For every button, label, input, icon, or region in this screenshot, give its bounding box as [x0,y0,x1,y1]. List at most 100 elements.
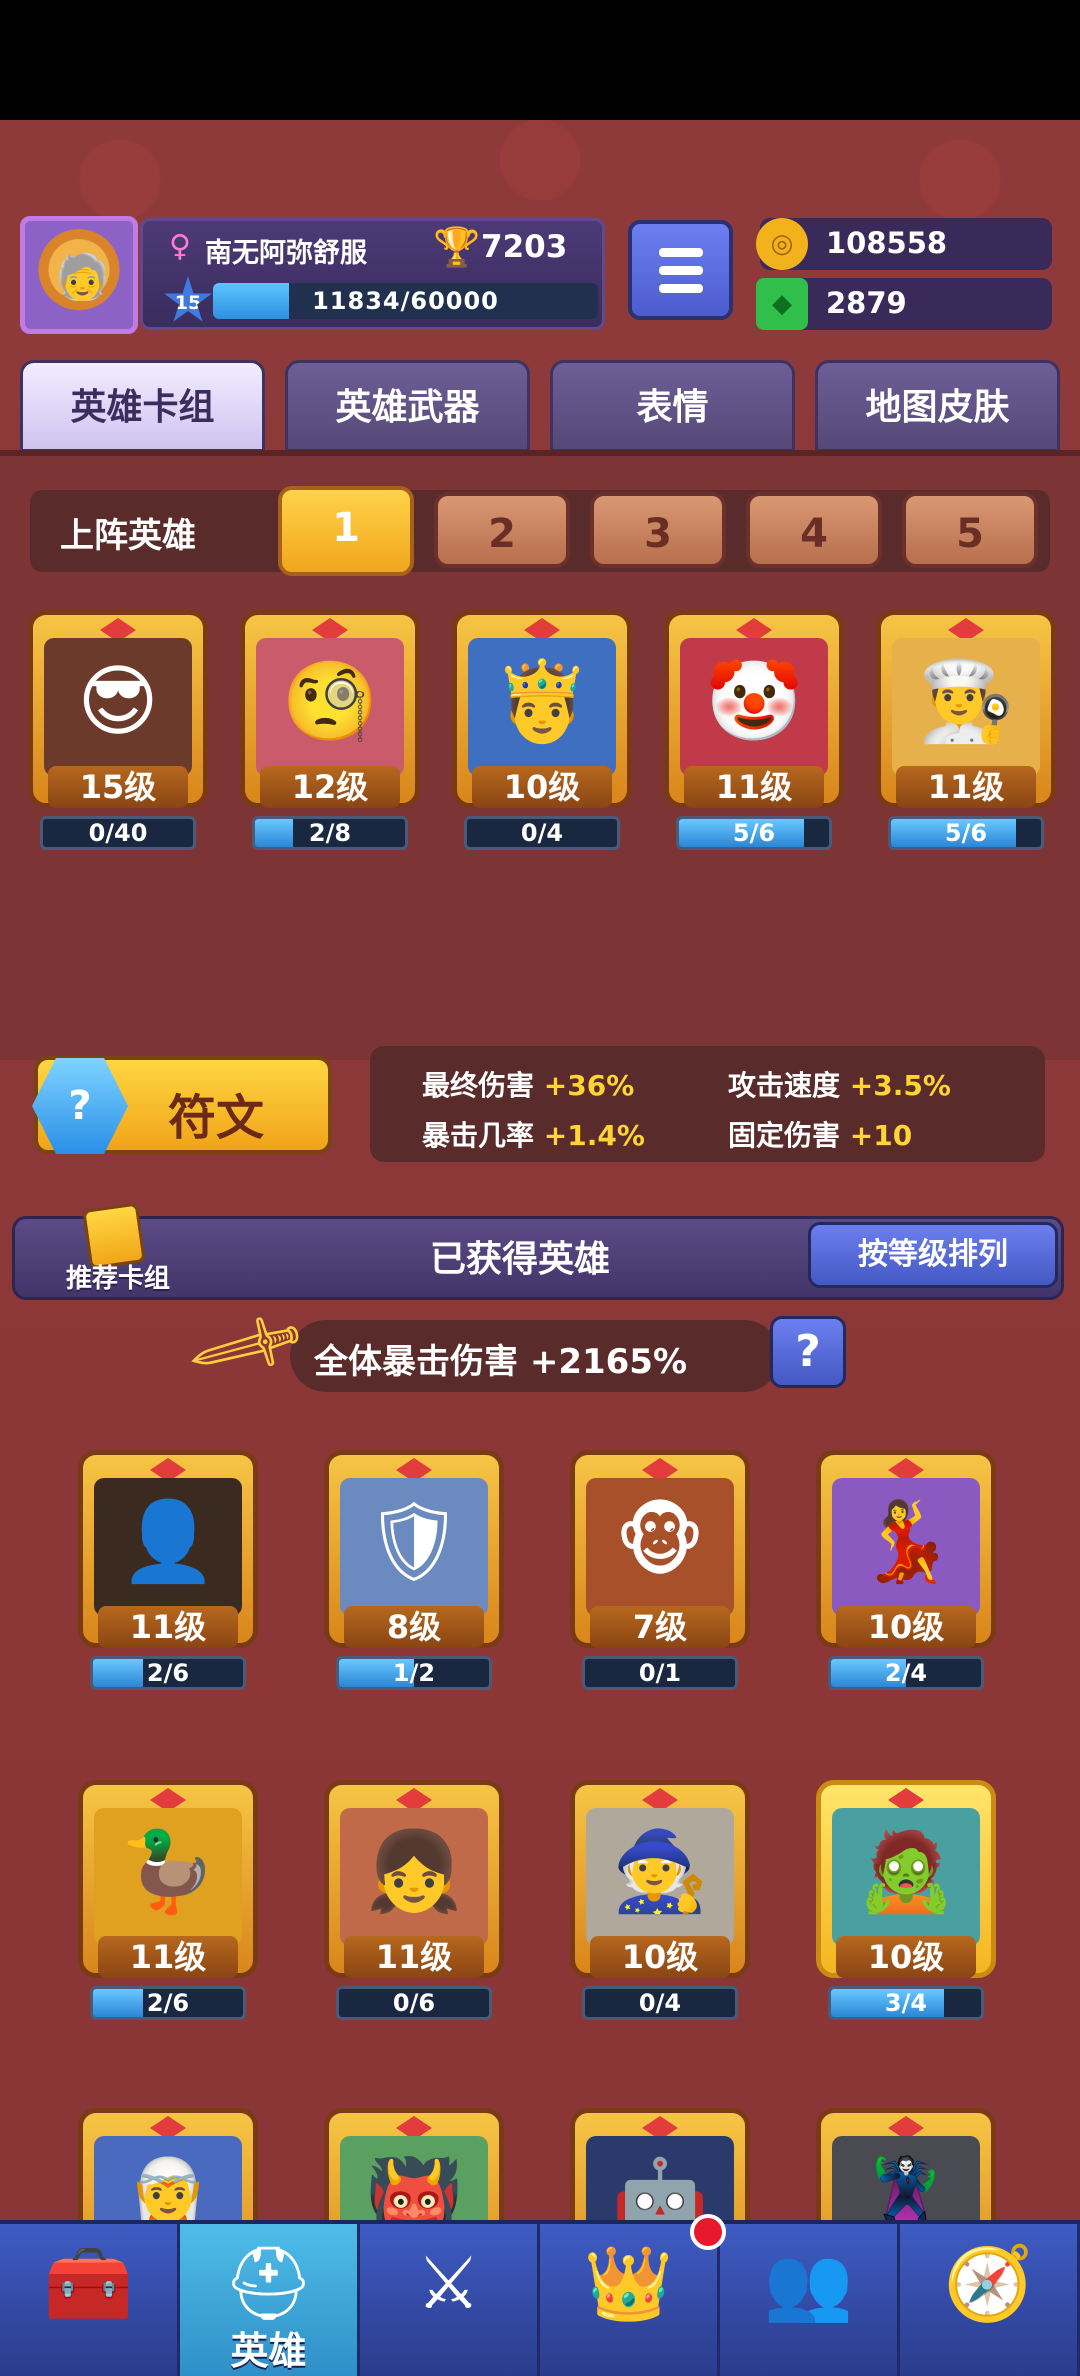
deck-slot-3[interactable]: 3 [590,492,726,568]
hero-portrait: 🤴 [468,638,616,776]
hero-portrait: 🧙 [586,1808,734,1946]
owned-hero-card[interactable]: 💃 10级 2/4 [816,1450,996,1690]
hero-card-progress: 0/6 [336,1986,492,2020]
girl-hero-icon: 👧 [365,1827,463,1917]
progress-text: 2/6 [146,1989,190,2017]
crit-damage-text: 全体暴击伤害 +2165% [314,1342,688,1382]
sort-by-level-button[interactable]: 按等级排列 [808,1222,1058,1288]
player-name: 南无阿弥舒服 [205,238,367,269]
menu-icon-line [659,284,703,293]
hero-card-progress: 5/6 [888,816,1044,850]
clown-hero-icon: 🤡 [705,657,803,747]
progress-text: 2/6 [146,1659,190,1687]
progress-text: 0/40 [88,819,148,847]
gold-counter[interactable]: ◎ 108558 [756,218,1052,270]
hero-portrait: 👤 [94,1478,242,1616]
deck-slot-2[interactable]: 2 [434,492,570,568]
progress-text: 0/1 [638,1659,682,1687]
hero-card-progress: 0/1 [582,1656,738,1690]
owned-hero-card[interactable]: 👤 11级 2/6 [78,1450,258,1690]
trophy-count: 7203 [481,229,568,265]
stat-crit-chance: 暴击几率 +1.4% [422,1119,645,1152]
hero-level: 10级 [836,1936,976,1978]
hero-card-progress: 5/6 [676,816,832,850]
recommend-deck-label: 推荐卡组 [66,1264,171,1294]
status-area [0,0,1080,120]
tab-map-skins[interactable]: 地图皮肤 [815,360,1060,452]
progress-text: 0/6 [392,1989,436,2017]
sword-icon: 🗡 [179,1280,315,1413]
hero-level: 11级 [98,1606,238,1648]
profile-bar[interactable]: ♀ 南无阿弥舒服 🏆 7203 15 11834/60000 [140,218,605,330]
hero-card-progress: 0/40 [40,816,196,850]
crossed-swords-icon: ⚔ [416,2241,481,2325]
hero-level: 7级 [590,1606,730,1648]
nav-item-treasure-chest[interactable]: 🧰 [0,2224,180,2376]
owned-hero-card[interactable]: 🧟 10级 3/4 [816,1780,996,2020]
nav-item-crown-shield[interactable]: 👑 [540,2224,720,2376]
stat-attack-speed: 攻击速度 +3.5% [728,1069,951,1102]
hero-level: 11级 [98,1936,238,1978]
recommend-deck-button[interactable]: 推荐卡组 [66,1202,186,1296]
hero-level: 12级 [260,766,400,808]
deck-hero-card[interactable]: 👨‍🍳 11级 5/6 [876,610,1056,850]
xp-bar: 11834/60000 [213,283,598,319]
deck-slot-1[interactable]: 1 [278,486,414,576]
tab-hero-deck[interactable]: 英雄卡组 [20,360,265,452]
crown-shield-icon: 👑 [583,2241,674,2325]
menu-button[interactable] [628,220,733,320]
rune-gem-icon: ? [32,1058,128,1154]
hero-portrait: 😎 [44,638,192,776]
tab-bar: 英雄卡组 英雄武器 表情 地图皮肤 [20,360,1060,452]
deck-hero-card[interactable]: 🤴 10级 0/4 [452,610,632,850]
hero-card-progress: 2/6 [90,1986,246,2020]
help-button[interactable]: ? [770,1316,846,1388]
hero-portrait: 🛡 [340,1478,488,1616]
deck-hero-card[interactable]: 😎 15级 0/40 [28,610,208,850]
knight-hero-icon: 🛡 [364,1497,464,1587]
player-avatar[interactable]: 🧓 [20,216,138,334]
hero-portrait: 🤡 [680,638,828,776]
nav-item-social[interactable]: 👥 [720,2224,900,2376]
hero-level: 15级 [48,766,188,808]
owned-hero-card[interactable]: 👧 11级 0/6 [324,1780,504,2020]
treasure-chest-icon: 🧰 [43,2241,134,2325]
nav-label: 英雄 [230,2329,307,2373]
hero-level: 10级 [590,1936,730,1978]
pharaoh-hero-icon: 🤴 [493,657,591,747]
owned-hero-card[interactable]: 🛡 8级 1/2 [324,1450,504,1690]
notification-dot [690,2214,726,2250]
tab-hero-weapons[interactable]: 英雄武器 [285,360,530,452]
rune-label: 符文 [168,1090,265,1146]
hero-level: 11级 [684,766,824,808]
owned-hero-card[interactable]: 🦆 11级 2/6 [78,1780,258,2020]
progress-text: 0/4 [520,819,564,847]
hero-level: 11级 [896,766,1036,808]
deck-slot-5[interactable]: 5 [902,492,1038,568]
deck-slot-4[interactable]: 4 [746,492,882,568]
nav-item-compass[interactable]: 🧭 [900,2224,1080,2376]
owned-hero-card[interactable]: 🧙 10级 0/4 [570,1780,750,2020]
avatar-icon: 🧓 [55,252,110,303]
hero-level: 10级 [836,1606,976,1648]
deck-hero-card[interactable]: 🧐 12级 2/8 [240,610,420,850]
gem-counter[interactable]: ◆ 2879 [756,278,1052,330]
hero-level: 10级 [472,766,612,808]
gem-icon: ◆ [756,278,808,330]
nav-item-helmet[interactable]: ⛑ 英雄 [180,2224,360,2376]
rune-button[interactable]: ? 符文 [32,1056,332,1154]
hero-card-progress: 1/2 [336,1656,492,1690]
duck-hero-icon: 🦆 [119,1827,217,1917]
hero-portrait: 💃 [832,1478,980,1616]
hero-card-progress: 3/4 [828,1986,984,2020]
tab-emotes[interactable]: 表情 [550,360,795,452]
xp-text: 11834/60000 [312,287,499,315]
deck-hero-card[interactable]: 🤡 11级 5/6 [664,610,844,850]
sniper-hero-icon: 😎 [77,657,159,747]
gold-coin-icon: ◎ [756,218,808,270]
owned-hero-card[interactable]: 🐵 7级 0/1 [570,1450,750,1690]
gem-value: 2879 [826,286,907,320]
chef-hero-icon: 👨‍🍳 [917,657,1015,747]
helmet-icon: ⛑ [222,2241,315,2325]
nav-item-crossed-swords[interactable]: ⚔ [360,2224,540,2376]
